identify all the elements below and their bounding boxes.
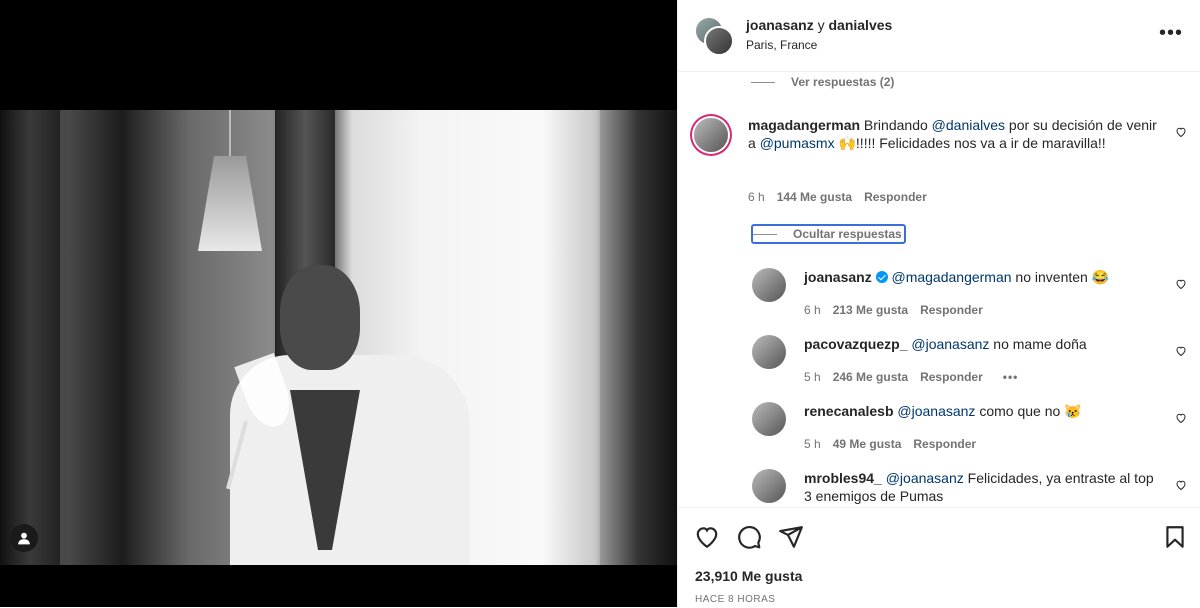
post-likes-count[interactable]: 23,910 Me gusta: [695, 568, 802, 584]
avatar[interactable]: [752, 268, 786, 302]
post-media: [0, 0, 677, 607]
mention-link[interactable]: @joanasanz: [886, 470, 964, 486]
comment-meta: 5 h 49 Me gusta Responder: [804, 437, 976, 451]
comment-text: joanasanz @magadangerman no inventen 😂: [804, 268, 1164, 286]
heart-icon[interactable]: [1175, 278, 1187, 290]
comments-list: Ver respuestas (2) magadangerman Brindan…: [678, 72, 1200, 506]
mention-link[interactable]: @joanasanz: [897, 403, 975, 419]
curtain-left: [0, 110, 60, 565]
mention-link[interactable]: @pumasmx: [760, 135, 835, 151]
avatar: [704, 26, 734, 56]
comment-likes[interactable]: 49 Me gusta: [833, 437, 902, 451]
mention-link[interactable]: @joanasanz: [911, 336, 989, 352]
comment-text: pacovazquezp_ @joanasanz no mame doña: [804, 335, 1164, 353]
view-replies-label: Ver respuestas (2): [791, 75, 895, 89]
heart-icon[interactable]: [1175, 412, 1187, 424]
heart-icon[interactable]: [1175, 479, 1187, 491]
comment-time[interactable]: 6 h: [748, 190, 765, 204]
comment-meta: 6 h 144 Me gusta Responder: [748, 190, 927, 204]
authors-connector: y: [813, 17, 829, 33]
person-head: [280, 265, 360, 370]
comment-likes[interactable]: 246 Me gusta: [833, 370, 908, 384]
avatar[interactable]: [752, 469, 786, 503]
bookmark-icon[interactable]: [1162, 524, 1188, 550]
comment-username[interactable]: mrobles94_: [804, 470, 882, 486]
post-timestamp[interactable]: HACE 8 HORAS: [695, 594, 775, 605]
comment-likes[interactable]: 213 Me gusta: [833, 303, 908, 317]
comment-text: magadangerman Brindando @danialves por s…: [748, 116, 1158, 152]
comment-username[interactable]: magadangerman: [748, 117, 860, 133]
post-location[interactable]: Paris, France: [746, 38, 817, 52]
lamp-shade: [198, 156, 262, 251]
post-photo[interactable]: [0, 110, 677, 565]
comment-body: no inventen 😂: [1011, 269, 1110, 285]
comment-text: renecanalesb @joanasanz como que no 😿: [804, 402, 1164, 420]
more-options-button[interactable]: •••: [1159, 22, 1183, 45]
comment-icon[interactable]: [736, 524, 762, 550]
curtain-right: [600, 110, 677, 565]
comment-text: mrobles94_ @joanasanz Felicidades, ya en…: [804, 469, 1164, 505]
post-header: joanasanz y danialves Paris, France •••: [678, 0, 1200, 72]
replies-dash: [753, 233, 777, 235]
reply-button[interactable]: Responder: [864, 190, 927, 204]
avatar[interactable]: [752, 402, 786, 436]
comment-options-button[interactable]: •••: [1003, 370, 1019, 384]
comment-time[interactable]: 6 h: [804, 303, 821, 317]
comment-username[interactable]: renecanalesb: [804, 403, 894, 419]
comment-time[interactable]: 5 h: [804, 370, 821, 384]
reply-button[interactable]: Responder: [920, 303, 983, 317]
comment-likes[interactable]: 144 Me gusta: [777, 190, 852, 204]
comment-meta: 6 h 213 Me gusta Responder: [804, 303, 983, 317]
verified-badge-icon: [875, 271, 888, 283]
author-link-primary[interactable]: joanasanz: [746, 17, 814, 33]
paper-plane-icon[interactable]: [778, 524, 804, 550]
author-avatars[interactable]: [694, 16, 734, 56]
comment-body: como que no 😿: [975, 403, 1082, 419]
tagged-user-icon[interactable]: [10, 524, 38, 552]
author-link-secondary[interactable]: danialves: [828, 17, 892, 33]
lamp-cord: [229, 110, 231, 156]
comment-meta: 5 h 246 Me gusta Responder •••: [804, 370, 1018, 384]
comment-time[interactable]: 5 h: [804, 437, 821, 451]
view-replies-button[interactable]: Ver respuestas (2): [751, 75, 894, 89]
reply-button[interactable]: Responder: [920, 370, 983, 384]
comment-username[interactable]: pacovazquezp_: [804, 336, 907, 352]
heart-icon[interactable]: [1175, 345, 1187, 357]
mention-link[interactable]: @magadangerman: [891, 269, 1011, 285]
avatar[interactable]: [694, 118, 728, 152]
avatar[interactable]: [752, 335, 786, 369]
comment-body: no mame doña: [989, 336, 1087, 352]
replies-dash: [751, 81, 775, 83]
heart-icon[interactable]: [694, 524, 720, 550]
comment-body: Brindando: [860, 117, 932, 133]
comment-username[interactable]: joanasanz: [804, 269, 872, 285]
mention-link[interactable]: @danialves: [932, 117, 1005, 133]
post-side-panel: joanasanz y danialves Paris, France ••• …: [677, 0, 1200, 607]
post-authors: joanasanz y danialves: [746, 17, 892, 33]
comment-body: 🙌!!!!! Felicidades nos va a ir de maravi…: [834, 135, 1106, 151]
post-actions: 23,910 Me gusta HACE 8 HORAS: [678, 507, 1200, 608]
hide-replies-button[interactable]: Ocultar respuestas: [751, 224, 906, 244]
hide-replies-label: Ocultar respuestas: [793, 227, 902, 241]
reply-button[interactable]: Responder: [913, 437, 976, 451]
heart-icon[interactable]: [1175, 126, 1187, 138]
